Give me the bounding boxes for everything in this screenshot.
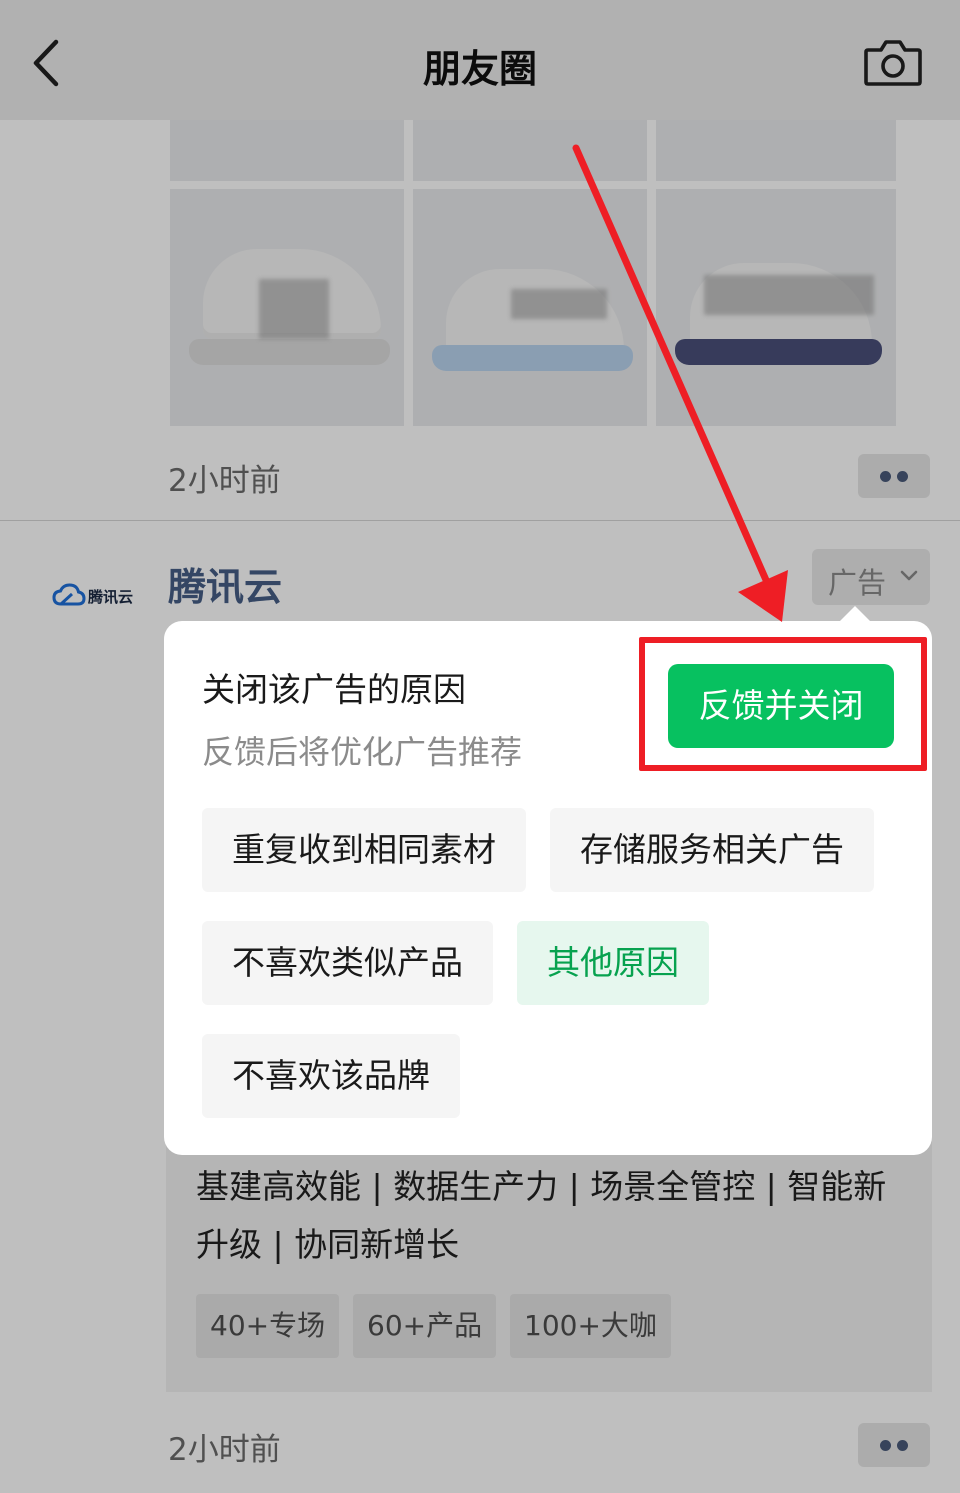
- popup-subtitle: 反馈后将优化广告推荐: [202, 733, 523, 771]
- reason-option[interactable]: 存储服务相关广告: [550, 808, 874, 892]
- reason-option-selected[interactable]: 其他原因: [517, 921, 709, 1005]
- popup-title: 关闭该广告的原因: [202, 670, 466, 709]
- reason-option[interactable]: 不喜欢类似产品: [202, 921, 493, 1005]
- reason-option[interactable]: 不喜欢该品牌: [202, 1034, 460, 1118]
- annotation-highlight-box: [639, 637, 927, 771]
- reason-option[interactable]: 重复收到相同素材: [202, 808, 526, 892]
- annotation-arrow-icon: [572, 144, 788, 622]
